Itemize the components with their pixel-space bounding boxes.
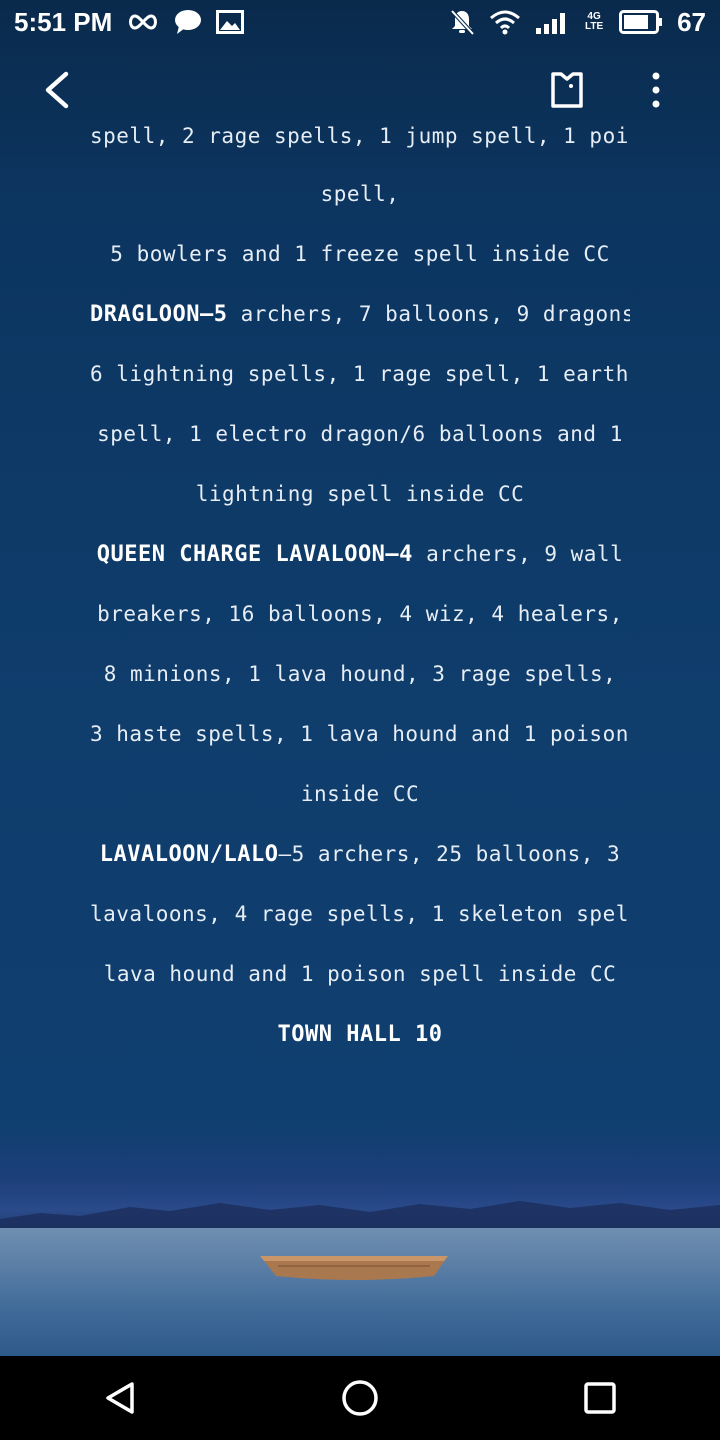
article-line-text: lavaloons, 4 rage spells, 1 skeleton spe… [90,902,630,926]
infinity-icon [129,14,158,30]
status-bar: 5:51 PM 4G LTE 67 [0,0,720,44]
image-icon [216,10,245,34]
chat-bubble-icon [175,10,202,34]
more-options-button[interactable] [636,68,676,112]
article-line-heading: TOWN HALL 10 [277,1022,443,1047]
battery-icon [619,10,663,34]
article-line-text: 5 bowlers and 1 freeze spell inside CC [110,242,610,266]
signal-icon [536,13,566,34]
chevron-left-icon [45,71,69,109]
circle-home-icon [342,1380,378,1416]
article-line-heading: LAVALOON/LALO [99,842,279,867]
nav-recents-button[interactable] [570,1368,630,1428]
system-nav-bar [0,1356,720,1440]
article-line: 8 minions, 1 lava hound, 3 rage spells, [90,644,630,704]
article-line-heading: QUEEN CHARGE LAVALOON—4 [96,542,413,567]
article-line: QUEEN CHARGE LAVALOON—4 archers, 9 wall [90,524,630,584]
article-line-text: lava hound and 1 poison spell inside CC [103,962,617,986]
article-line-text: spell, 1 electro dragon/6 balloons and 1 [97,422,623,446]
article-line: spell, [90,164,630,224]
article-line-text: archers, 9 wall [412,542,624,566]
article-line: lavaloons, 4 rage spells, 1 skeleton spe… [90,884,630,944]
article-line-text: archers, 7 balloons, 9 dragons, [227,302,630,326]
wifi-icon [490,10,521,35]
article-line: DRAGLOON—5 archers, 7 balloons, 9 dragon… [90,284,630,344]
network-type-icon: 4G LTE [585,11,604,32]
more-vertical-icon [652,72,660,108]
article-line-text: 6 lightning spells, 1 rage spell, 1 eart… [90,362,630,386]
article-line: breakers, 16 balloons, 4 wiz, 4 healers, [90,584,630,644]
article-line: spell, 1 electro dragon/6 balloons and 1 [90,404,630,464]
article-line: lightning spell inside CC [90,464,630,524]
article-line: 6 lightning spells, 1 rage spell, 1 eart… [90,344,630,404]
article-line: lava hound and 1 poison spell inside CC [90,944,630,1004]
battery-percent: 67 [677,6,706,37]
article-line: 5 bowlers and 1 freeze spell inside CC [90,224,630,284]
article-line-text: spell, 2 rage spells, 1 jump spell, 1 po… [90,124,630,148]
article-line: 3 haste spells, 1 lava hound and 1 poiso… [90,704,630,764]
triangle-back-icon [106,1382,134,1414]
back-button[interactable] [36,68,80,112]
status-time: 5:51 PM [14,6,113,37]
nav-home-button[interactable] [330,1368,390,1428]
article-line-text: spell, [320,182,400,206]
article-line: TOWN HALL 10 [90,1004,630,1064]
square-recents-icon [584,1382,616,1414]
article-content: spell, 2 rage spells, 1 jump spell, 1 po… [90,104,630,1064]
article-line-text: lightning spell inside CC [195,482,525,506]
article-line-text: 8 minions, 1 lava hound, 3 rage spells, [103,662,617,686]
boat-image [260,1256,448,1280]
notifications-off-icon [450,9,475,36]
article-line-text: —5 archers, 25 balloons, 3 [278,842,621,866]
article-line-text: 3 haste spells, 1 lava hound and 1 poiso… [90,722,630,746]
article-line-heading: DRAGLOON—5 [90,302,228,327]
article-line-text: inside CC [300,782,420,806]
nav-back-button[interactable] [90,1368,150,1428]
article-line: LAVALOON/LALO—5 archers, 25 balloons, 3 [90,824,630,884]
article-line: inside CC [90,764,630,824]
article-line-text: breakers, 16 balloons, 4 wiz, 4 healers, [97,602,623,626]
article-line: spell, 2 rage spells, 1 jump spell, 1 po… [90,104,630,164]
